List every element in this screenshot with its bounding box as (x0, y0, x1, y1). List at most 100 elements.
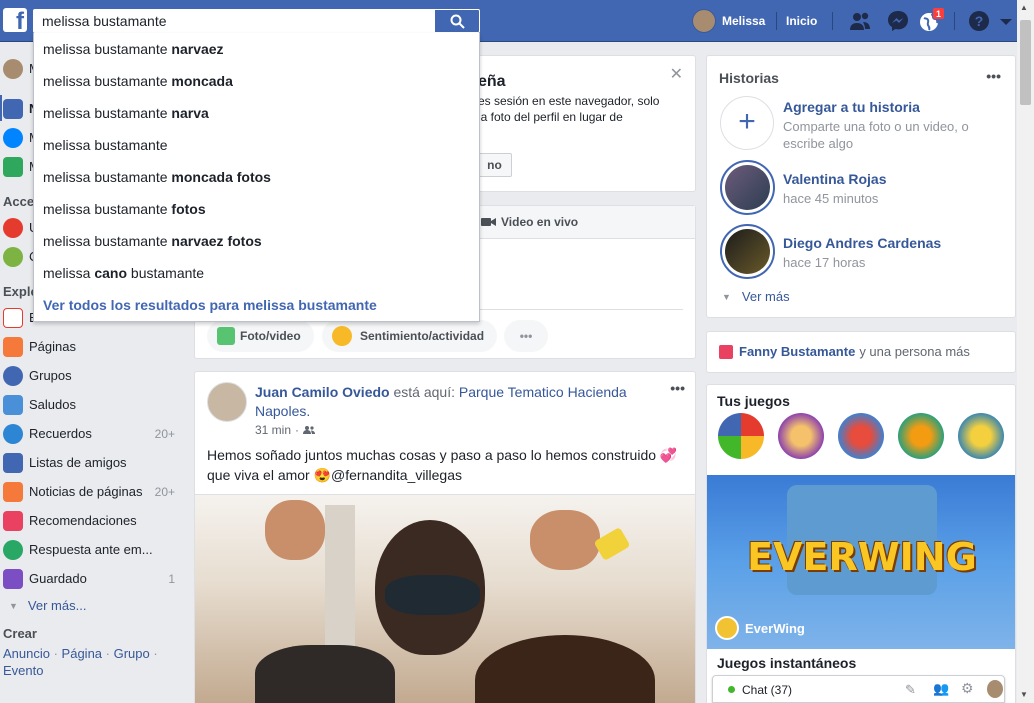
search-suggestion[interactable]: melissa bustamante (34, 129, 479, 161)
search-suggestion[interactable]: melissa bustamante moncada (34, 65, 479, 97)
nav-pages-feed[interactable]: Noticias de páginas 20+ (0, 477, 190, 506)
create-group-link[interactable]: Grupo (114, 646, 150, 661)
close-icon[interactable]: ✕ (670, 64, 683, 84)
nav-count: 1 (168, 571, 175, 586)
post-meta: 31 min · (255, 423, 316, 437)
create-event-link[interactable]: Evento (3, 663, 43, 678)
facebook-logo-icon[interactable]: f (3, 8, 27, 32)
nav-friend-lists[interactable]: Listas de amigos (0, 448, 190, 477)
nav-groups[interactable]: Grupos (0, 361, 190, 390)
page-scrollbar[interactable] (1017, 0, 1034, 703)
everwing-logo: EVERWING (747, 535, 977, 579)
search-suggestion[interactable]: melissa cano bustamante (34, 257, 479, 289)
help-icon[interactable]: ? (967, 10, 991, 32)
scroll-up-arrow-icon[interactable]: ▲ (1020, 3, 1028, 12)
mention[interactable]: @fernandita_villegas (331, 467, 462, 483)
search-input[interactable]: melissa bustamante (33, 9, 435, 33)
create-page-link[interactable]: Página (62, 646, 102, 661)
photo-person-hair (475, 635, 655, 703)
search-icon (450, 14, 465, 29)
game-icon-toon-blast[interactable] (958, 413, 1004, 459)
chevron-down-icon: ▼ (9, 600, 18, 611)
recommendations-icon (3, 510, 23, 531)
nav-label: Grupos (29, 368, 72, 383)
see-all-results-link[interactable]: Ver todos los resultados para melissa bu… (34, 289, 479, 322)
add-story-plus-icon[interactable]: + (720, 96, 774, 150)
game-icon-farmville[interactable] (898, 413, 944, 459)
chat-bar[interactable]: Chat (37) ✎ 👥 ⚙ (712, 675, 1005, 703)
scrollbar-thumb[interactable] (1020, 20, 1031, 105)
add-story-title[interactable]: Agregar a tu historia (783, 99, 920, 115)
avatar (725, 165, 770, 210)
notice-line: es sesión en este navegador, solo (478, 94, 660, 108)
avatar (725, 229, 770, 274)
messenger-icon[interactable] (886, 10, 910, 32)
story-avatar[interactable] (720, 160, 775, 215)
game-icon-pet[interactable] (778, 413, 824, 459)
divider (832, 12, 833, 30)
nav-see-more[interactable]: ▼ Ver más... (0, 591, 190, 620)
instant-games-title: Juegos instantáneos (717, 655, 857, 671)
profile-link[interactable]: Melissa (692, 9, 765, 33)
group-icon[interactable]: 👥 (933, 681, 949, 697)
story-avatar[interactable] (720, 224, 775, 279)
nav-pages[interactable]: Páginas (0, 332, 190, 361)
see-more-link: Ver más... (27, 598, 87, 613)
groups-icon (3, 365, 23, 386)
game-icon-candy[interactable] (838, 413, 884, 459)
game-icon-words[interactable] (718, 413, 764, 459)
nav-label: Respuesta ante em... (29, 542, 153, 557)
nav-pokes[interactable]: Saludos (0, 390, 190, 419)
friends-privacy-icon[interactable] (303, 425, 316, 435)
notice-button[interactable]: no (477, 153, 512, 177)
hearts-emoji-icon: 💞 (659, 447, 678, 463)
post-text-line: que viva el amor (207, 467, 310, 483)
chevron-down-icon: ▼ (722, 291, 731, 302)
video-camera-icon (481, 218, 496, 226)
search-suggestion[interactable]: melissa bustamante narvaez (34, 33, 479, 65)
tree-icon (3, 246, 23, 267)
pages-feed-icon (3, 481, 23, 502)
nav-memories[interactable]: Recuerdos 20+ (0, 419, 190, 448)
feeling-activity-button[interactable]: Sentimiento/actividad (322, 320, 497, 352)
divider (776, 12, 777, 30)
tab-label: Video en vivo (501, 215, 579, 229)
search-suggestion[interactable]: melissa bustamante moncada fotos (34, 161, 479, 193)
nav-label: Listas de amigos (29, 455, 127, 470)
avatar[interactable] (987, 680, 1003, 698)
stories-see-more[interactable]: ▼ Ver más (722, 289, 790, 304)
stories-options-icon[interactable]: ••• (986, 68, 1001, 84)
create-ad-link[interactable]: Anuncio (3, 646, 50, 661)
friend-requests-icon[interactable] (848, 10, 872, 32)
post-options-icon[interactable]: ••• (670, 380, 685, 396)
nav-saved[interactable]: Guardado 1 (0, 564, 190, 593)
nav-crisis-response[interactable]: Respuesta ante em... (0, 535, 190, 564)
nav-recommendations[interactable]: Recomendaciones (0, 506, 190, 535)
post-photo[interactable] (195, 494, 695, 703)
tab-live-video[interactable]: Video en vivo (481, 215, 578, 229)
post-header: Juan Camilo Oviedo está aquí: Parque Tem… (255, 383, 635, 421)
story-name[interactable]: Valentina Rojas (783, 171, 886, 187)
nav-label: Saludos (29, 397, 76, 412)
featured-game-name: EverWing (745, 621, 805, 636)
search-suggestion[interactable]: melissa bustamante narvaez fotos (34, 225, 479, 257)
compose-icon[interactable]: ✎ (905, 682, 916, 698)
search-suggestion[interactable]: melissa bustamante narva (34, 97, 479, 129)
avatar (692, 9, 716, 33)
gear-icon[interactable]: ⚙ (961, 680, 974, 697)
photo-video-button[interactable]: Foto/video (207, 320, 314, 352)
more-options-button[interactable]: ••• (504, 320, 548, 352)
author-link[interactable]: Juan Camilo Oviedo (255, 384, 390, 400)
avatar[interactable] (207, 382, 247, 422)
scroll-down-arrow-icon[interactable]: ▼ (1020, 690, 1028, 699)
search-button[interactable] (435, 9, 480, 33)
timestamp[interactable]: 31 min (255, 423, 291, 437)
featured-game-banner[interactable]: EVERWING EverWing (707, 475, 1015, 649)
account-menu-icon[interactable] (999, 10, 1013, 32)
birthday-name-link[interactable]: Fanny Bustamante (739, 344, 855, 359)
birthday-rest[interactable]: y una persona más (859, 344, 970, 359)
story-name[interactable]: Diego Andres Cardenas (783, 235, 941, 251)
photo-sunglasses (385, 575, 480, 615)
home-link[interactable]: Inicio (786, 14, 817, 28)
search-suggestion[interactable]: melissa bustamante fotos (34, 193, 479, 225)
